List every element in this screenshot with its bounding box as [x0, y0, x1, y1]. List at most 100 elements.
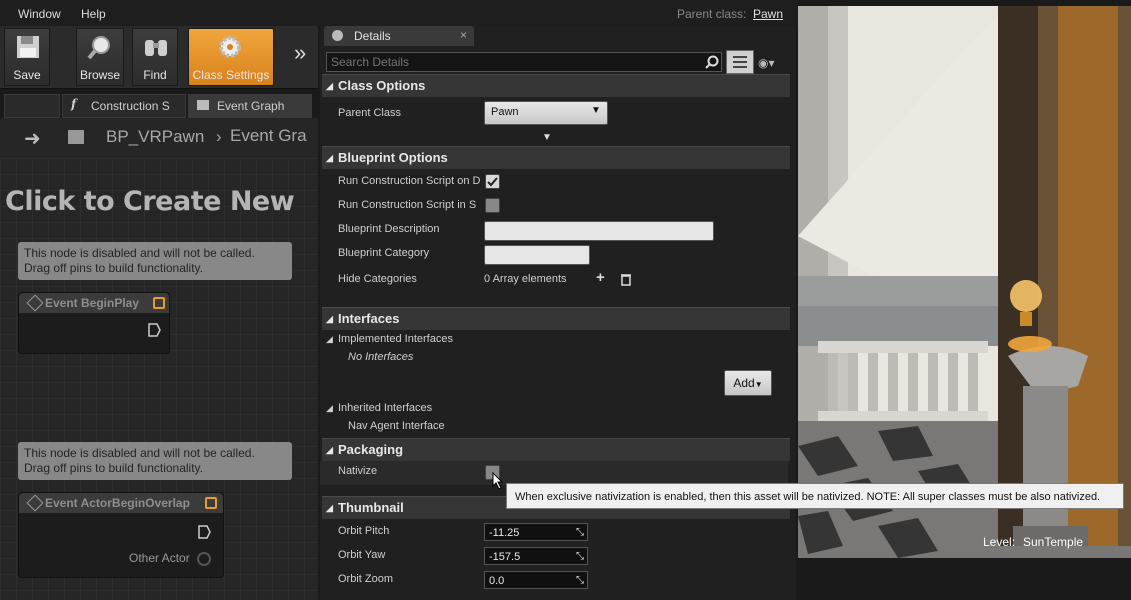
class-settings-label: Class Settings	[192, 68, 270, 82]
trash-icon[interactable]	[620, 273, 632, 286]
delegate-pin[interactable]	[153, 297, 165, 309]
no-interfaces-text: No Interfaces	[348, 351, 414, 363]
hide-categories-label: Hide Categories	[338, 273, 417, 285]
viewport-scene-image	[798, 6, 1131, 558]
add-interface-button[interactable]: Add▼	[724, 370, 772, 396]
tab-construction-script[interactable]: f Construction S	[62, 94, 186, 118]
run-cs-on-drag-checkbox[interactable]	[485, 174, 500, 189]
magnifier-icon	[87, 36, 110, 60]
mouse-cursor-icon	[492, 472, 504, 490]
parent-class-link[interactable]: Pawn	[753, 7, 783, 21]
other-actor-label: Other Actor	[129, 551, 190, 565]
toolbar-overflow-button[interactable]: »	[294, 40, 306, 66]
section-thumbnail-title: Thumbnail	[338, 500, 404, 515]
info-icon	[332, 30, 343, 41]
section-interfaces-title: Interfaces	[338, 311, 400, 326]
save-label: Save	[13, 68, 41, 82]
view-options-eye-icon[interactable]: ◉▾	[758, 56, 775, 70]
orbit-yaw-label: Orbit Yaw	[338, 549, 386, 561]
orbit-yaw-value: -157.5	[489, 551, 521, 563]
add-interface-label: Add	[733, 376, 755, 390]
orbit-yaw-field[interactable]: -157.5 ⤡	[484, 547, 588, 565]
parent-class-dropdown-value: Pawn	[491, 106, 519, 118]
property-matrix-button[interactable]	[726, 50, 754, 74]
find-button[interactable]: Find	[132, 28, 178, 86]
browse-button[interactable]: Browse	[76, 28, 124, 86]
search-input[interactable]	[327, 53, 697, 71]
class-settings-button[interactable]: Class Settings	[188, 28, 274, 86]
browse-label: Browse	[79, 68, 120, 82]
close-icon[interactable]: ×	[460, 28, 467, 42]
collapse-arrow-icon: ◢	[326, 153, 333, 163]
blueprint-grid-icon	[68, 130, 84, 144]
collapse-arrow-icon: ◢	[326, 503, 333, 513]
navigate-arrow-icon[interactable]: ➜	[24, 126, 41, 151]
delegate-pin[interactable]	[205, 497, 217, 509]
gear-icon	[219, 36, 241, 58]
parent-class-label: Parent class:	[677, 7, 747, 21]
tab-spacer	[4, 94, 60, 118]
nav-agent-interface-label: Nav Agent Interface	[348, 420, 445, 432]
advanced-expand-arrow[interactable]: ▼	[542, 132, 552, 143]
section-packaging[interactable]: ◢ Packaging	[322, 438, 790, 461]
details-panel: Details × ◉▾ ◢ Class Options Parent Clas…	[320, 26, 796, 600]
parent-class-row-label: Parent Class	[338, 107, 401, 119]
search-icon[interactable]	[705, 55, 719, 69]
tab-event-graph[interactable]: Event Graph	[188, 94, 312, 118]
blueprint-description-label: Blueprint Description	[338, 223, 440, 235]
section-blueprint-options[interactable]: ◢ Blueprint Options	[322, 146, 790, 169]
collapse-arrow-icon: ◢	[326, 81, 333, 91]
level-label: Level:	[983, 535, 1016, 549]
exec-out-pin[interactable]	[147, 323, 161, 337]
menu-help[interactable]: Help	[81, 7, 106, 21]
orbit-zoom-field[interactable]: 0.0 ⤡	[484, 571, 588, 589]
resize-arrows-icon: ⤡	[576, 527, 584, 538]
blueprint-category-field[interactable]	[484, 245, 590, 265]
tab-event-graph-label: Event Graph	[217, 99, 285, 113]
disabled-comment-2[interactable]: This node is disabled and will not be ca…	[18, 442, 292, 480]
run-cs-in-seq-checkbox[interactable]	[485, 198, 500, 213]
save-icon	[17, 36, 39, 58]
run-cs-on-drag-label: Run Construction Script on D	[338, 175, 480, 187]
run-cs-in-seq-label: Run Construction Script in S	[338, 199, 477, 211]
event-actorbeginoverlap-node[interactable]: Event ActorBeginOverlap Other Actor	[18, 492, 224, 578]
details-tab[interactable]: Details ×	[324, 26, 474, 46]
menu-bar: Window Help Parent class: Pawn	[0, 0, 798, 26]
resize-arrows-icon: ⤡	[576, 551, 584, 562]
orbit-zoom-value: 0.0	[489, 575, 505, 587]
disabled-comment-1[interactable]: This node is disabled and will not be ca…	[18, 242, 292, 280]
expand-arrow-icon[interactable]: ◢	[326, 396, 333, 420]
section-blueprint-options-title: Blueprint Options	[338, 150, 448, 165]
parent-class-dropdown[interactable]: Pawn ▼	[484, 101, 608, 125]
toolbar: Save Browse Find Class Settings »	[0, 26, 318, 89]
add-element-icon[interactable]: +	[596, 269, 605, 286]
breadcrumb-graph[interactable]: Event Gra	[230, 126, 307, 146]
orbit-pitch-field[interactable]: -11.25 ⤡	[484, 523, 588, 541]
event-graph-icon	[197, 100, 209, 110]
binoculars-icon	[145, 40, 167, 56]
details-tab-label: Details	[354, 29, 391, 43]
section-class-options-title: Class Options	[338, 78, 426, 93]
orbit-zoom-label: Orbit Zoom	[338, 573, 394, 585]
chevron-down-icon: ▼	[754, 380, 763, 389]
section-packaging-title: Packaging	[338, 442, 404, 457]
section-class-options[interactable]: ◢ Class Options	[322, 74, 790, 97]
tab-construction-label: Construction S	[91, 99, 170, 113]
level-name: SunTemple	[1023, 535, 1084, 549]
breadcrumb: ➜ BP_VRPawn › Event Gra	[0, 118, 318, 158]
event-beginplay-node[interactable]: Event BeginPlay	[18, 292, 170, 354]
find-label: Find	[143, 68, 167, 82]
checkmark-icon	[487, 177, 498, 187]
collapse-arrow-icon: ◢	[326, 445, 333, 455]
menu-window[interactable]: Window	[18, 7, 61, 21]
orbit-pitch-label: Orbit Pitch	[338, 525, 390, 537]
resize-arrows-icon: ⤡	[576, 575, 584, 586]
expand-arrow-icon[interactable]: ◢	[326, 327, 333, 351]
breadcrumb-blueprint[interactable]: BP_VRPawn	[106, 127, 204, 147]
exec-out-pin[interactable]	[197, 525, 211, 539]
level-viewport[interactable]: Level: SunTemple	[798, 6, 1131, 558]
blueprint-description-field[interactable]	[484, 221, 714, 241]
save-button[interactable]: Save	[4, 28, 50, 86]
other-actor-pin[interactable]	[197, 552, 211, 566]
blueprint-category-label: Blueprint Category	[338, 247, 430, 259]
